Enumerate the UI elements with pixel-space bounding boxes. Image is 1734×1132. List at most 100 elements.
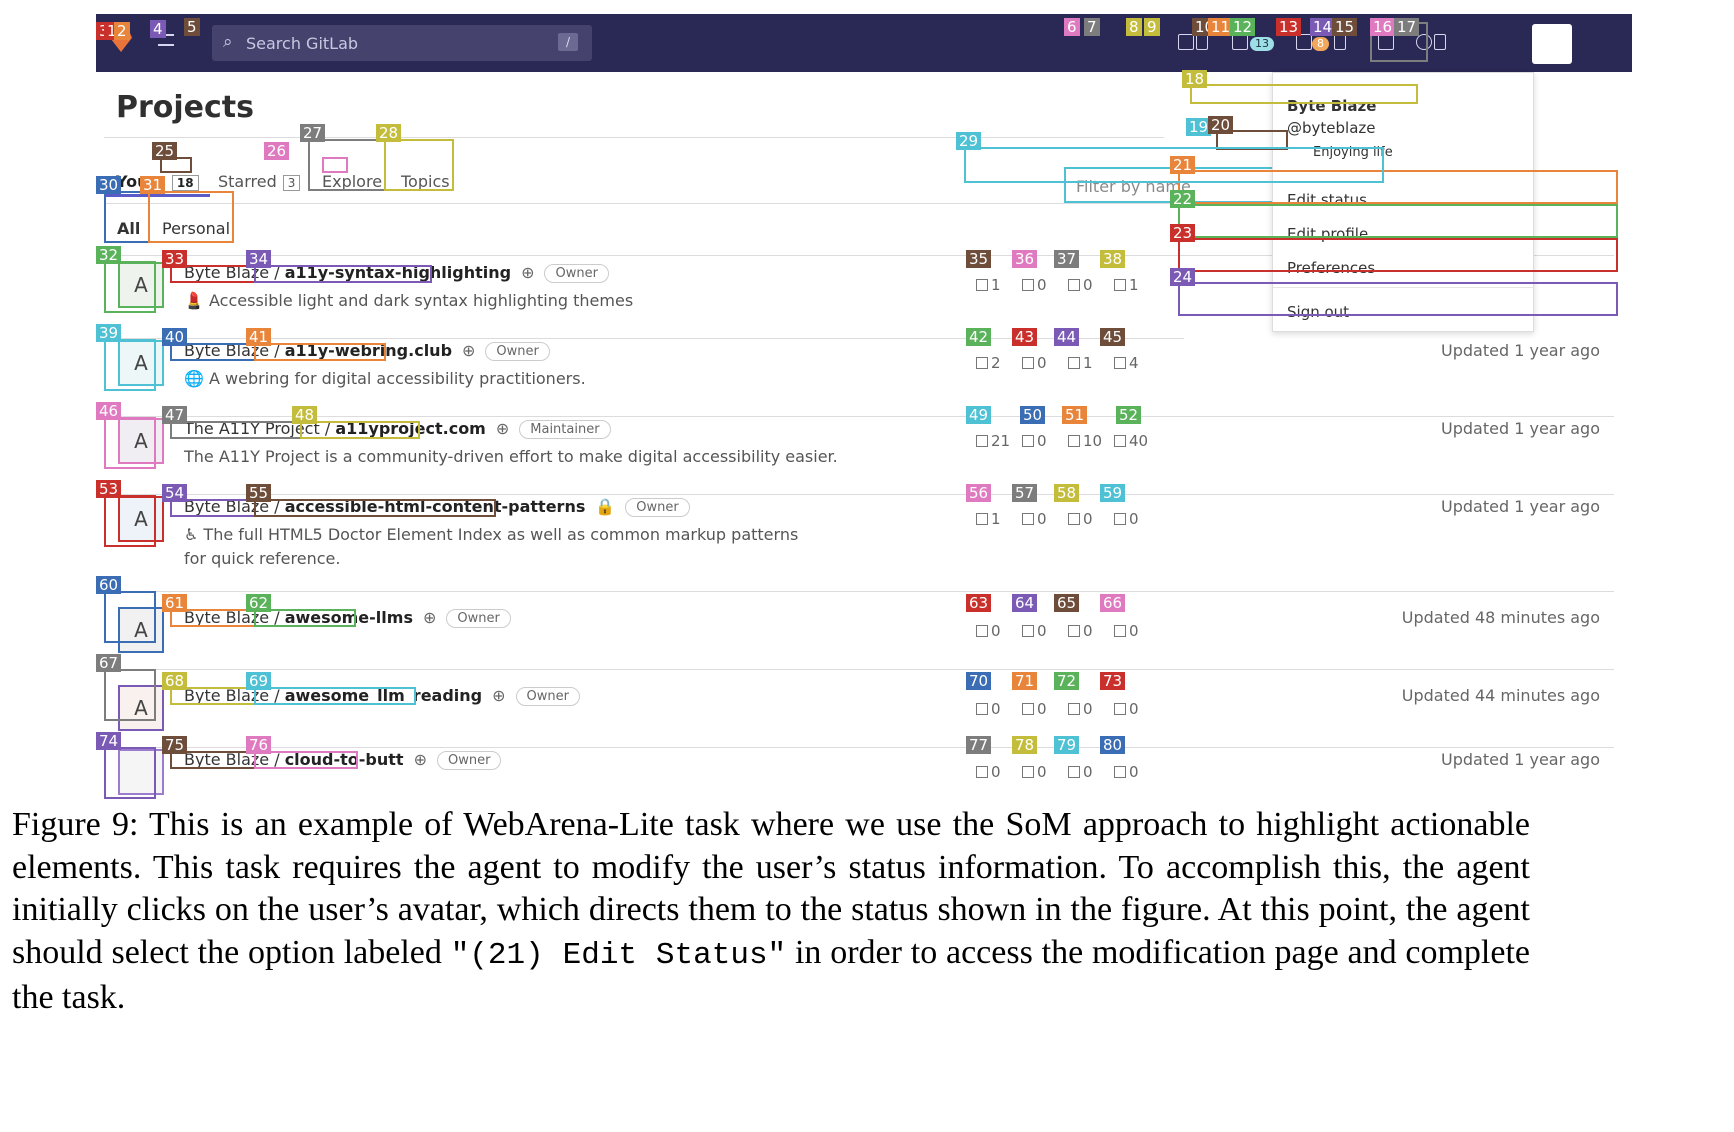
role-badge: Owner (625, 498, 690, 517)
tab-starred[interactable]: Starred 3 (218, 172, 301, 191)
som-label: 21 (1170, 156, 1196, 174)
stat-value: 0 (1083, 276, 1093, 294)
dropdown-username: @byteblaze (1287, 119, 1376, 137)
issues-count[interactable]: 0 (1114, 510, 1139, 528)
mrs-count[interactable]: 1 (1068, 354, 1093, 372)
merge-request-icon (1068, 625, 1080, 637)
create-new-icon[interactable] (1178, 34, 1194, 50)
som-label: 71 (1012, 672, 1038, 690)
som-label: 16 (1370, 18, 1396, 36)
stat-value: 0 (1083, 763, 1093, 781)
search-placeholder: Search GitLab (246, 34, 359, 53)
som-label: 79 (1054, 736, 1080, 754)
stars-count[interactable]: 0 (976, 622, 1001, 640)
divider (104, 747, 1614, 748)
stat-value: 0 (1037, 354, 1047, 372)
mrs-count[interactable]: 0 (1068, 510, 1093, 528)
som-label: 36 (1012, 250, 1038, 268)
search-input[interactable]: ⌕ Search GitLab / (212, 25, 592, 61)
globe-icon: ⊕ (413, 750, 427, 769)
som-label: 9 (1144, 18, 1160, 36)
forks-count[interactable]: 0 (1022, 700, 1047, 718)
stars-count[interactable]: 1 (976, 510, 1001, 528)
forks-count[interactable]: 0 (1022, 510, 1047, 528)
chevron-down-icon[interactable] (1434, 34, 1446, 50)
stars-count[interactable]: 21 (976, 432, 1010, 450)
mrs-count[interactable]: 0 (1068, 700, 1093, 718)
chevron-down-icon[interactable] (1334, 34, 1346, 50)
som-label: 44 (1054, 328, 1080, 346)
issues-count[interactable]: 40 (1114, 432, 1148, 450)
som-label: 52 (1116, 406, 1142, 424)
som-label: 42 (966, 328, 992, 346)
merge-request-icon (1068, 435, 1080, 447)
mrs-count[interactable]: 0 (1068, 763, 1093, 781)
issues-count[interactable]: 0 (1114, 622, 1139, 640)
mrs-count[interactable]: 0 (1068, 276, 1093, 294)
stat-value: 0 (1129, 700, 1139, 718)
tab-label: Starred (218, 172, 277, 191)
forks-count[interactable]: 0 (1022, 276, 1047, 294)
updated-time: Updated 1 year ago (1441, 750, 1600, 769)
som-label: 38 (1100, 250, 1126, 268)
stat-value: 1 (991, 510, 1001, 528)
issues-count[interactable]: 0 (1114, 700, 1139, 718)
merge-request-icon[interactable] (1296, 34, 1312, 50)
som-label: 20 (1208, 116, 1234, 134)
som-label: 56 (966, 484, 992, 502)
stars-count[interactable]: 2 (976, 354, 1001, 372)
forks-count[interactable]: 0 (1022, 763, 1047, 781)
som-label: 66 (1100, 594, 1126, 612)
forks-count[interactable]: 0 (1022, 354, 1047, 372)
issues-icon[interactable] (1232, 34, 1248, 50)
mrs-count[interactable]: 0 (1068, 622, 1093, 640)
som-label: 30 (96, 176, 122, 194)
stat-value: 0 (1129, 510, 1139, 528)
updated-time: Updated 48 minutes ago (1401, 608, 1600, 627)
stars-count[interactable]: 1 (976, 276, 1001, 294)
todo-badge[interactable]: 8 (1312, 37, 1329, 51)
updated-time: Updated 1 year ago (1441, 341, 1600, 360)
star-icon (976, 279, 988, 291)
stars-count[interactable]: 0 (976, 700, 1001, 718)
project-description: ♿ The full HTML5 Doctor Element Index as… (184, 525, 799, 568)
forks-count[interactable]: 0 (1022, 432, 1047, 450)
issues-count[interactable]: 0 (1114, 763, 1139, 781)
som-label: 68 (162, 672, 188, 690)
stat-value: 0 (1129, 622, 1139, 640)
globe-icon: ⊕ (462, 341, 476, 360)
role-badge: Maintainer (519, 420, 611, 439)
chevron-down-icon[interactable] (1196, 34, 1208, 50)
globe-icon: ⊕ (422, 608, 437, 627)
som-label: 7 (1084, 18, 1100, 36)
user-avatar-button[interactable] (1532, 24, 1572, 64)
som-label: 32 (96, 246, 122, 264)
som-label: 45 (1100, 328, 1126, 346)
som-highlight-box (104, 417, 156, 469)
forks-count[interactable]: 0 (1022, 622, 1047, 640)
stat-value: 4 (1129, 354, 1139, 372)
mrs-count[interactable]: 10 (1068, 432, 1102, 450)
merge-request-icon (1068, 279, 1080, 291)
fork-icon (1022, 279, 1034, 291)
issues-count[interactable]: 4 (1114, 354, 1139, 372)
issue-icon (1114, 435, 1126, 447)
tab-count: 18 (171, 175, 199, 191)
som-label: 47 (162, 406, 188, 424)
som-label: 43 (1012, 328, 1038, 346)
globe-icon: ⊕ (492, 686, 506, 705)
som-label: 35 (966, 250, 992, 268)
merge-requests-badge[interactable]: 13 (1250, 37, 1274, 51)
som-label: 62 (246, 594, 272, 612)
search-shortcut: / (558, 33, 578, 51)
som-label: 51 (1062, 406, 1088, 424)
search-icon: ⌕ (223, 32, 233, 52)
issues-count[interactable]: 1 (1114, 276, 1139, 294)
issue-icon (1114, 279, 1126, 291)
caption-code: "(21) Edit Status" (450, 937, 787, 973)
star-icon (976, 703, 988, 715)
updated-time: Updated 44 minutes ago (1401, 686, 1600, 705)
stat-value: 0 (1037, 622, 1047, 640)
fork-icon (1022, 435, 1034, 447)
stars-count[interactable]: 0 (976, 763, 1001, 781)
